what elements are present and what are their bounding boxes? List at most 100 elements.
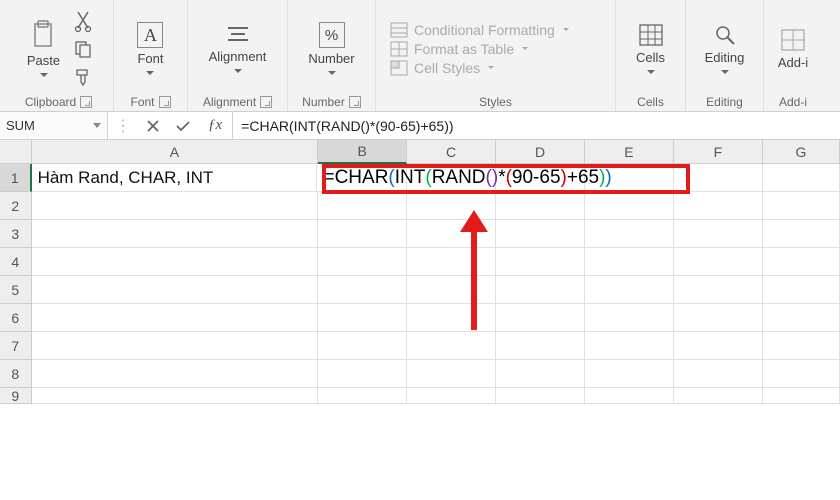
- cell-B6[interactable]: [318, 304, 407, 332]
- col-header-G[interactable]: G: [763, 140, 840, 164]
- cell-C5[interactable]: [407, 276, 496, 304]
- col-header-C[interactable]: C: [407, 140, 496, 164]
- cell-D7[interactable]: [496, 332, 585, 360]
- col-header-A[interactable]: A: [32, 140, 319, 164]
- cell-D9[interactable]: [496, 388, 585, 404]
- cell-styles-button[interactable]: Cell Styles: [390, 60, 494, 76]
- cell-G1[interactable]: [763, 164, 840, 192]
- cells-button[interactable]: Cells: [630, 10, 671, 88]
- editing-button[interactable]: Editing: [699, 10, 751, 88]
- dialog-launcher-icon[interactable]: [349, 96, 361, 108]
- row-header-6[interactable]: 6: [0, 304, 32, 332]
- formula-bar-input[interactable]: =CHAR(INT(RAND()*(90-65)+65)): [233, 112, 840, 139]
- cell-D2[interactable]: [496, 192, 585, 220]
- cell-B9[interactable]: [318, 388, 407, 404]
- cell-G2[interactable]: [763, 192, 840, 220]
- cell-F9[interactable]: [674, 388, 763, 404]
- cell-E2[interactable]: [585, 192, 674, 220]
- cell-F8[interactable]: [674, 360, 763, 388]
- cell-B5[interactable]: [318, 276, 407, 304]
- cancel-button[interactable]: [138, 112, 168, 139]
- cell-G4[interactable]: [763, 248, 840, 276]
- cell-G9[interactable]: [763, 388, 840, 404]
- cell-C7[interactable]: [407, 332, 496, 360]
- cell-D6[interactable]: [496, 304, 585, 332]
- cell-G3[interactable]: [763, 220, 840, 248]
- cell-E9[interactable]: [585, 388, 674, 404]
- format-painter-button[interactable]: [70, 64, 96, 90]
- cell-F3[interactable]: [674, 220, 763, 248]
- cell-G7[interactable]: [763, 332, 840, 360]
- cell-E5[interactable]: [585, 276, 674, 304]
- cell-F4[interactable]: [674, 248, 763, 276]
- row-header-1[interactable]: 1: [0, 164, 32, 192]
- cell-D5[interactable]: [496, 276, 585, 304]
- cell-D4[interactable]: [496, 248, 585, 276]
- col-header-E[interactable]: E: [585, 140, 674, 164]
- cell-C3[interactable]: [407, 220, 496, 248]
- cell-G8[interactable]: [763, 360, 840, 388]
- cell-B7[interactable]: [318, 332, 407, 360]
- select-all-corner[interactable]: [0, 140, 32, 164]
- name-box[interactable]: SUM: [0, 112, 108, 139]
- cell-B3[interactable]: [318, 220, 407, 248]
- format-as-table-button[interactable]: Format as Table: [390, 41, 528, 57]
- row-header-9[interactable]: 9: [0, 388, 32, 404]
- dialog-launcher-icon[interactable]: [260, 96, 272, 108]
- cell-F2[interactable]: [674, 192, 763, 220]
- alignment-button[interactable]: Alignment: [203, 10, 273, 88]
- cell-B8[interactable]: [318, 360, 407, 388]
- cell-G5[interactable]: [763, 276, 840, 304]
- dialog-launcher-icon[interactable]: [159, 96, 171, 108]
- col-header-D[interactable]: D: [496, 140, 585, 164]
- col-header-B[interactable]: B: [318, 140, 407, 164]
- cell-F7[interactable]: [674, 332, 763, 360]
- dialog-launcher-icon[interactable]: [80, 96, 92, 108]
- addins-button[interactable]: Add-i: [772, 10, 814, 88]
- cell-A8[interactable]: [32, 360, 318, 388]
- cell-C9[interactable]: [407, 388, 496, 404]
- cell-C6[interactable]: [407, 304, 496, 332]
- cell-B2[interactable]: [318, 192, 407, 220]
- cell-D3[interactable]: [496, 220, 585, 248]
- cell-G6[interactable]: [763, 304, 840, 332]
- cell-B1[interactable]: =CHAR(INT(RAND()*(90-65)+65)): [317, 164, 407, 192]
- cell-E7[interactable]: [585, 332, 674, 360]
- cell-F1[interactable]: [674, 164, 763, 192]
- font-button[interactable]: A Font: [131, 10, 169, 88]
- col-header-F[interactable]: F: [674, 140, 763, 164]
- cut-button[interactable]: [70, 8, 96, 34]
- cell-A7[interactable]: [32, 332, 318, 360]
- paste-button[interactable]: Paste: [21, 10, 66, 88]
- cell-A1[interactable]: Hàm Rand, CHAR, INT: [32, 164, 318, 192]
- cell-F6[interactable]: [674, 304, 763, 332]
- cell-E6[interactable]: [585, 304, 674, 332]
- number-button[interactable]: % Number: [302, 10, 360, 88]
- cell-A6[interactable]: [32, 304, 318, 332]
- fx-label[interactable]: ƒx: [198, 117, 232, 134]
- cell-D8[interactable]: [496, 360, 585, 388]
- row-header-2[interactable]: 2: [0, 192, 32, 220]
- row-header-7[interactable]: 7: [0, 332, 32, 360]
- cell-B4[interactable]: [318, 248, 407, 276]
- cell-A4[interactable]: [32, 248, 318, 276]
- enter-button[interactable]: [168, 112, 198, 139]
- cell-E3[interactable]: [585, 220, 674, 248]
- row-header-4[interactable]: 4: [0, 248, 32, 276]
- row-header-8[interactable]: 8: [0, 360, 32, 388]
- copy-button[interactable]: [70, 36, 96, 62]
- row-header-5[interactable]: 5: [0, 276, 32, 304]
- cell-C4[interactable]: [407, 248, 496, 276]
- conditional-formatting-button[interactable]: Conditional Formatting: [390, 22, 569, 38]
- cell-A3[interactable]: [32, 220, 318, 248]
- cell-E8[interactable]: [585, 360, 674, 388]
- cell-C2[interactable]: [407, 192, 496, 220]
- row-header-3[interactable]: 3: [0, 220, 32, 248]
- cell-C8[interactable]: [407, 360, 496, 388]
- cell-E4[interactable]: [585, 248, 674, 276]
- dots-button[interactable]: ⋮: [108, 112, 138, 139]
- cell-F5[interactable]: [674, 276, 763, 304]
- cell-A2[interactable]: [32, 192, 318, 220]
- cell-A9[interactable]: [32, 388, 318, 404]
- cell-A5[interactable]: [32, 276, 318, 304]
